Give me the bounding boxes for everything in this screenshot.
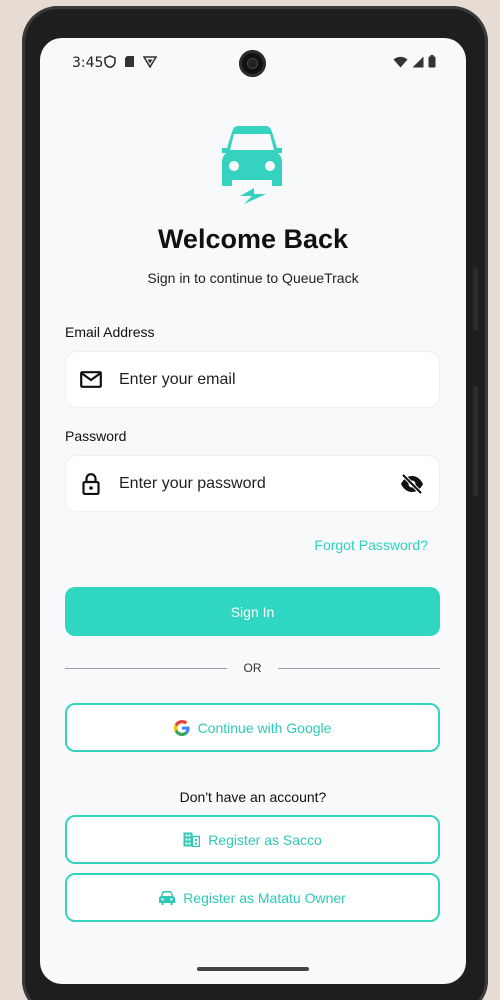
- sign-in-button[interactable]: Sign In: [65, 587, 440, 636]
- no-account-prompt: Don't have an account?: [179, 789, 327, 805]
- password-label: Password: [65, 428, 127, 444]
- password-field[interactable]: [65, 455, 440, 512]
- sd-card-icon: [125, 56, 134, 67]
- shield-icon: [104, 55, 116, 68]
- building-icon: [183, 832, 201, 847]
- google-button-label: Continue with Google: [197, 719, 332, 736]
- email-input[interactable]: [119, 370, 439, 389]
- app-screen: 3:45 Welcome Back Sign in to continue to…: [40, 38, 466, 984]
- mail-icon: [79, 368, 103, 392]
- device-frame: 3:45 Welcome Back Sign in to continue to…: [0, 0, 500, 1000]
- lock-icon: [79, 472, 103, 496]
- front-camera: [239, 50, 266, 77]
- divider-line-right: [278, 668, 440, 669]
- car-icon: [159, 890, 176, 905]
- sacco-button-label: Register as Sacco: [208, 831, 322, 848]
- status-left-icons: [104, 55, 157, 68]
- password-input[interactable]: [119, 474, 399, 493]
- wifi-icon: [393, 56, 408, 67]
- status-time: 3:45: [72, 55, 104, 71]
- google-icon: [173, 719, 190, 736]
- page-title: Welcome Back: [157, 224, 349, 254]
- or-divider: OR: [65, 660, 440, 678]
- eye-off-icon[interactable]: [399, 472, 425, 496]
- page-subtitle: Sign in to continue to QueueTrack: [147, 270, 359, 286]
- register-sacco-button[interactable]: Register as Sacco: [65, 815, 440, 864]
- forgot-password-link[interactable]: Forgot Password?: [314, 537, 428, 553]
- owner-button-label: Register as Matatu Owner: [183, 889, 346, 906]
- battery-icon: [428, 55, 436, 68]
- car-charging-icon: [222, 126, 282, 204]
- power-button: [473, 268, 478, 330]
- continue-with-google-button[interactable]: Continue with Google: [65, 703, 440, 752]
- email-label: Email Address: [65, 324, 155, 340]
- email-field[interactable]: [65, 351, 440, 408]
- volume-button: [473, 386, 478, 496]
- vpn-icon: [143, 55, 157, 68]
- register-matatu-owner-button[interactable]: Register as Matatu Owner: [65, 873, 440, 922]
- home-indicator[interactable]: [197, 967, 309, 971]
- cellular-signal-icon: [412, 56, 424, 67]
- status-bar: 3:45: [40, 38, 466, 90]
- status-right-icons: [393, 55, 436, 68]
